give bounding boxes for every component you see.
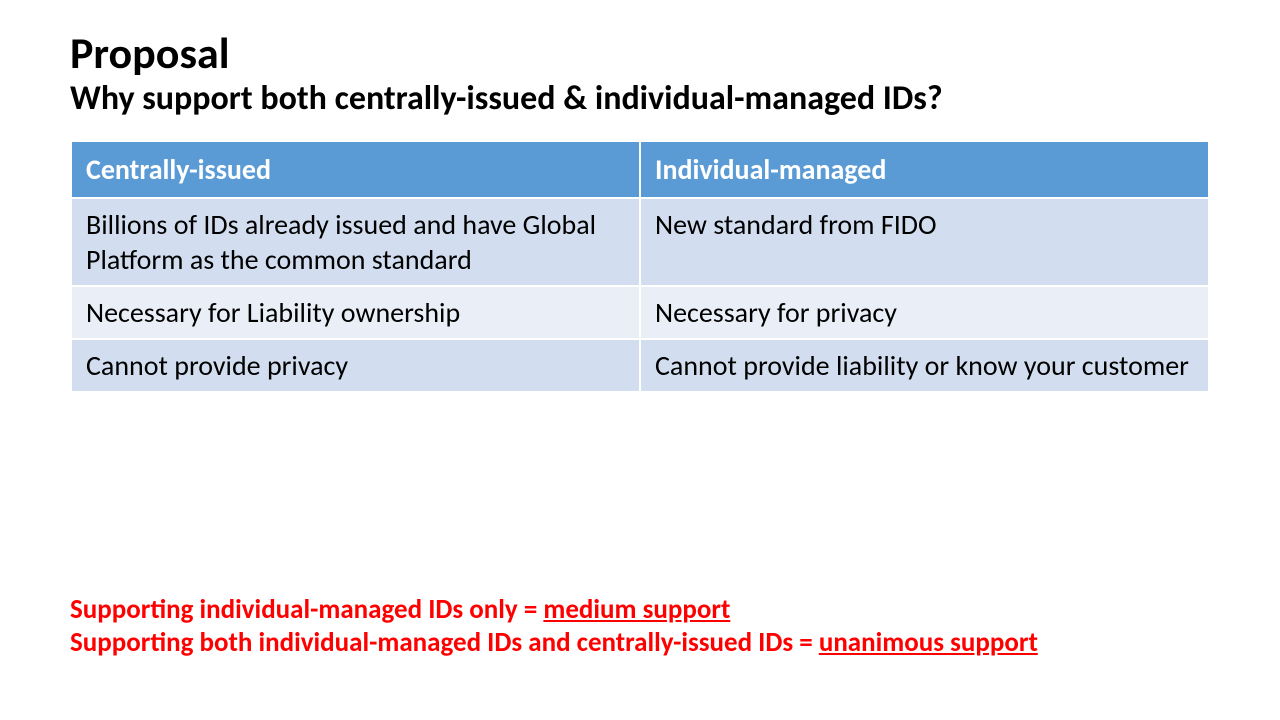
conclusion-emphasis: unanimous support bbox=[819, 626, 1038, 659]
table-cell: Billions of IDs already issued and have … bbox=[71, 198, 640, 286]
conclusion-prefix: Supporting individual-managed IDs only = bbox=[70, 593, 543, 626]
table-header-row: Centrally-issued Individual-managed bbox=[71, 141, 1209, 198]
page-subtitle: Why support both centrally-issued & indi… bbox=[70, 80, 1210, 117]
table-header-cell: Individual-managed bbox=[640, 141, 1209, 198]
conclusion-line: Supporting individual-managed IDs only =… bbox=[70, 593, 1210, 627]
table-cell: Necessary for Liability ownership bbox=[71, 286, 640, 339]
table-cell: Cannot provide liability or know your cu… bbox=[640, 339, 1209, 392]
conclusion-emphasis: medium support bbox=[543, 593, 730, 626]
conclusion-line: Supporting both individual-managed IDs a… bbox=[70, 626, 1210, 660]
conclusions: Supporting individual-managed IDs only =… bbox=[70, 593, 1210, 661]
table-cell: Necessary for privacy bbox=[640, 286, 1209, 339]
table-row: Cannot provide privacy Cannot provide li… bbox=[71, 339, 1209, 392]
table-cell: New standard from FIDO bbox=[640, 198, 1209, 286]
table-row: Necessary for Liability ownership Necess… bbox=[71, 286, 1209, 339]
comparison-table: Centrally-issued Individual-managed Bill… bbox=[70, 140, 1210, 393]
table-header-cell: Centrally-issued bbox=[71, 141, 640, 198]
page-title: Proposal bbox=[70, 30, 1210, 76]
conclusion-prefix: Supporting both individual-managed IDs a… bbox=[70, 626, 819, 659]
slide: Proposal Why support both centrally-issu… bbox=[0, 0, 1280, 720]
table-cell: Cannot provide privacy bbox=[71, 339, 640, 392]
table-row: Billions of IDs already issued and have … bbox=[71, 198, 1209, 286]
